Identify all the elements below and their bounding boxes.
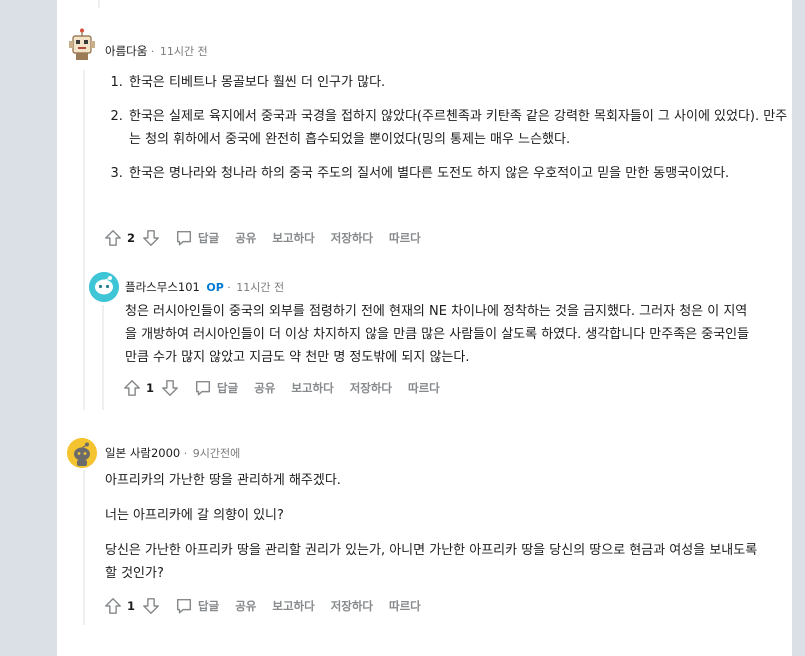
list-item: 한국은 명나라와 청나라 하의 중국 주도의 질서에 별다른 도전도 하지 않은… bbox=[127, 162, 792, 185]
reply-button[interactable]: 답글 bbox=[175, 597, 219, 615]
vote-count: 1 bbox=[146, 381, 155, 395]
comment-body: 한국은 티베트나 몽골보다 훨씬 더 인구가 많다. 한국은 실제로 육지에서 … bbox=[107, 71, 792, 196]
comment-meta: 아름다움 · 11시간 전 bbox=[105, 44, 208, 59]
comment-body: 아프리카의 가난한 땅을 관리하게 해주겠다. 너는 아프리카에 갈 의향이 있… bbox=[105, 469, 770, 597]
speech-bubble-icon bbox=[195, 380, 211, 396]
meta-separator: · bbox=[227, 281, 231, 294]
meta-separator: · bbox=[150, 45, 155, 58]
author-name[interactable]: 플라스무스101 bbox=[125, 280, 200, 294]
thread-line-comment-1[interactable] bbox=[83, 70, 85, 410]
avatar[interactable] bbox=[89, 272, 119, 302]
speech-bubble-icon bbox=[176, 230, 192, 246]
save-button[interactable]: 저장하다 bbox=[331, 598, 373, 614]
follow-button[interactable]: 따르다 bbox=[408, 380, 440, 396]
paragraph: 당신은 가난한 아프리카 땅을 관리할 권리가 있는가, 아니면 가난한 아프리… bbox=[105, 543, 758, 581]
op-badge: OP bbox=[206, 281, 224, 294]
reply-button[interactable]: 답글 bbox=[194, 379, 238, 397]
timestamp[interactable]: 9시간전에 bbox=[193, 447, 240, 460]
reply-label: 답글 bbox=[198, 599, 220, 613]
thread-line-top[interactable] bbox=[98, 0, 100, 8]
comment-body: 청은 러시아인들이 중국의 외부를 점령하기 전에 현재의 NE 차이나에 정착… bbox=[125, 304, 750, 365]
report-button[interactable]: 보고하다 bbox=[272, 598, 314, 614]
comment-actions: 1 답글 공유 보고하다 저장하다 따르다 bbox=[103, 594, 421, 618]
share-button[interactable]: 공유 bbox=[254, 380, 275, 396]
comment-actions: 1 답글 공유 보고하다 저장하다 따르다 bbox=[122, 376, 440, 400]
avatar[interactable] bbox=[67, 438, 97, 468]
upvote-arrow-icon[interactable] bbox=[122, 378, 142, 398]
vote-count: 1 bbox=[127, 599, 136, 613]
meta-separator: · bbox=[183, 447, 188, 460]
timestamp[interactable]: 11시간 전 bbox=[236, 281, 284, 294]
comment-actions: 2 답글 공유 보고하다 저장하다 따르다 bbox=[103, 226, 421, 250]
comments-panel: 아름다움 · 11시간 전 한국은 티베트나 몽골보다 훨씬 더 인구가 많다.… bbox=[57, 0, 792, 656]
snoo-avatar-icon bbox=[67, 438, 97, 468]
comment-meta: 일본 사람2000 · 9시간전에 bbox=[105, 446, 240, 461]
reply-label: 답글 bbox=[198, 231, 220, 245]
vote-count: 2 bbox=[127, 231, 136, 245]
timestamp[interactable]: 11시간 전 bbox=[160, 45, 208, 58]
reply-button[interactable]: 답글 bbox=[175, 229, 219, 247]
share-button[interactable]: 공유 bbox=[235, 230, 256, 246]
list-item: 한국은 실제로 육지에서 중국과 국경을 접하지 않았다(주르첸족과 키탄족 같… bbox=[127, 105, 792, 151]
follow-button[interactable]: 따르다 bbox=[389, 230, 421, 246]
downvote-arrow-icon[interactable] bbox=[160, 378, 180, 398]
snoo-avatar-icon bbox=[89, 272, 119, 302]
report-button[interactable]: 보고하다 bbox=[291, 380, 333, 396]
save-button[interactable]: 저장하다 bbox=[331, 230, 373, 246]
upvote-arrow-icon[interactable] bbox=[103, 596, 123, 616]
robot-avatar-icon bbox=[69, 28, 95, 60]
save-button[interactable]: 저장하다 bbox=[350, 380, 392, 396]
comment-meta: 플라스무스101 OP · 11시간 전 bbox=[125, 280, 284, 295]
reply-label: 답글 bbox=[217, 381, 239, 395]
report-button[interactable]: 보고하다 bbox=[272, 230, 314, 246]
thread-line-comment-2[interactable] bbox=[102, 305, 104, 410]
paragraph: 너는 아프리카에 갈 의향이 있니? bbox=[105, 508, 284, 523]
upvote-arrow-icon[interactable] bbox=[103, 228, 123, 248]
author-name[interactable]: 일본 사람2000 bbox=[105, 446, 180, 460]
paragraph: 아프리카의 가난한 땅을 관리하게 해주겠다. bbox=[105, 473, 341, 488]
thread-line-comment-3[interactable] bbox=[83, 470, 85, 625]
author-name[interactable]: 아름다움 bbox=[105, 44, 147, 58]
downvote-arrow-icon[interactable] bbox=[141, 228, 161, 248]
speech-bubble-icon bbox=[176, 598, 192, 614]
follow-button[interactable]: 따르다 bbox=[389, 598, 421, 614]
avatar[interactable] bbox=[67, 28, 97, 62]
list-item: 한국은 티베트나 몽골보다 훨씬 더 인구가 많다. bbox=[127, 71, 792, 94]
downvote-arrow-icon[interactable] bbox=[141, 596, 161, 616]
share-button[interactable]: 공유 bbox=[235, 598, 256, 614]
